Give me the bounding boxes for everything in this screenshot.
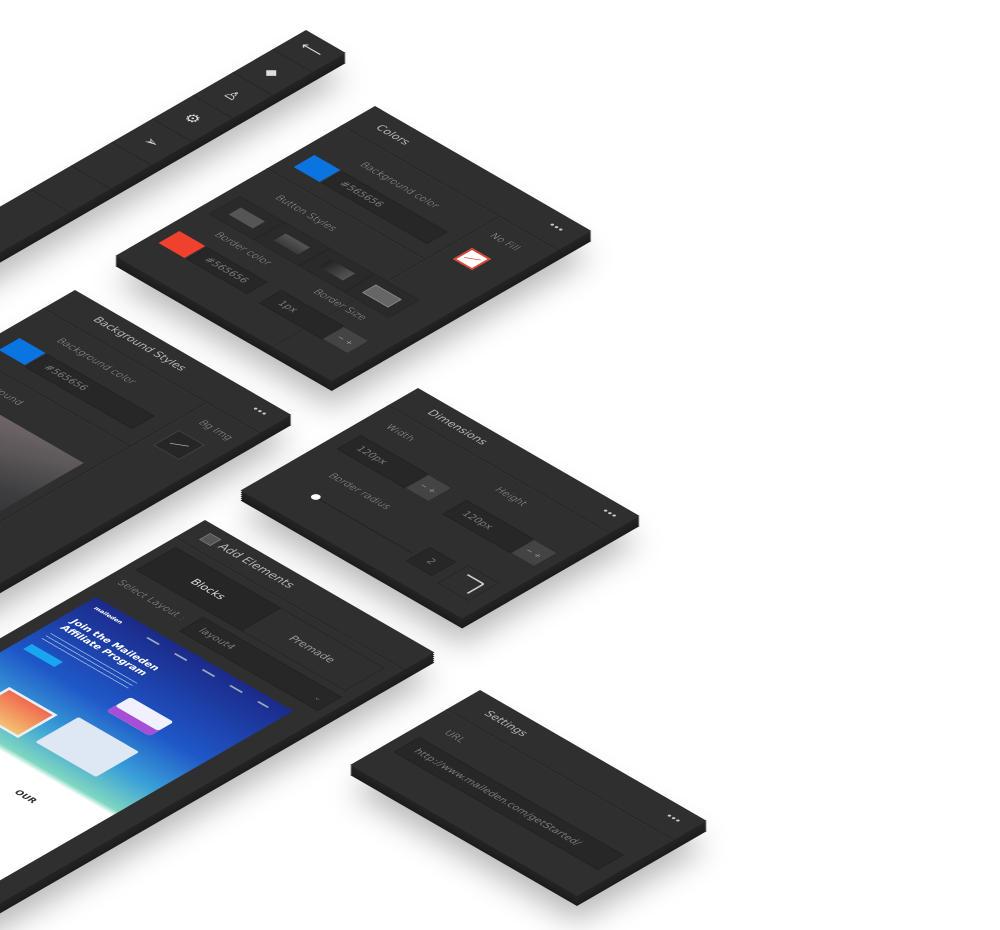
no-fill-checkbox[interactable] <box>452 248 492 270</box>
no-image-slash-icon <box>169 442 189 447</box>
add-elements-icon <box>198 533 222 546</box>
preview-footer-text: OUR <box>11 789 39 805</box>
preview-phone <box>106 697 174 736</box>
height-label: Height <box>491 486 530 508</box>
more-menu-icon[interactable]: ••• <box>597 507 619 520</box>
no-fill-label: No Fill <box>486 232 523 253</box>
preview-laptop <box>35 717 140 777</box>
panel-title: Dimensions <box>424 408 491 447</box>
no-fill-slash-icon <box>463 257 481 261</box>
corner-shape <box>450 574 486 594</box>
width-label: Width <box>382 423 418 444</box>
bg-img-label: Bg Img <box>195 419 235 442</box>
corner-radius-icon[interactable] <box>437 565 500 601</box>
border-radius-input[interactable]: 2 <box>405 547 457 576</box>
layout-preview[interactable]: maileden Join the Maileden Affiliate Pro… <box>0 597 294 891</box>
more-menu-icon[interactable]: ••• <box>544 221 566 234</box>
border-radius-label: Border radius <box>325 472 394 512</box>
border-radius-slider[interactable] <box>314 497 413 554</box>
url-input[interactable]: http://www.maileden.com/getStarted/ <box>393 737 624 870</box>
colors-panel: Colors ••• Background color #565656 Butt… <box>115 106 592 381</box>
chevron-down-icon: ⌄ <box>312 693 326 702</box>
add-elements-panel: Add Elements Blocks Premade Select Layou… <box>0 520 435 913</box>
url-label: URL <box>441 729 468 745</box>
preview-tablet <box>0 687 58 738</box>
layout-select-value: layout4 <box>195 626 238 652</box>
preview-logo: maileden <box>91 606 125 626</box>
more-menu-icon[interactable]: ••• <box>247 405 269 418</box>
more-menu-icon[interactable]: ••• <box>661 812 683 825</box>
background-color-input[interactable]: #565656 <box>24 354 155 429</box>
bg-img-button[interactable] <box>152 430 205 460</box>
panel-title: Colors <box>372 123 414 147</box>
settings-panel: Settings ••• URL http://www.maileden.com… <box>350 690 707 896</box>
